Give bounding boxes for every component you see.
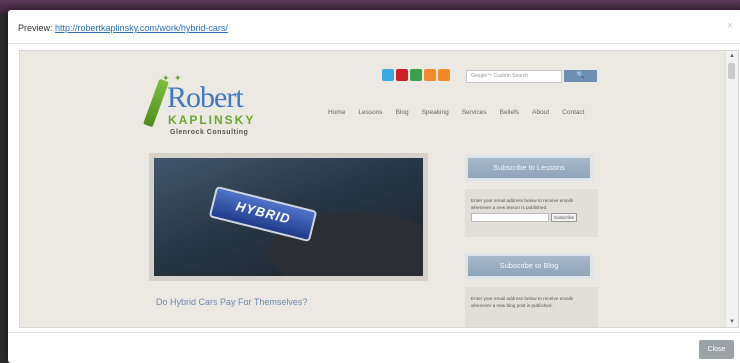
rss-icon[interactable] [438,69,450,81]
logo-name-top[interactable]: Robert [167,81,244,115]
social-icons [382,69,450,81]
preview-title: Preview: http://robertkaplinsky.com/work… [18,23,228,33]
nav-item-about[interactable]: About [532,109,549,116]
post-title[interactable]: Do Hybrid Cars Pay For Themselves? [156,297,307,307]
subscribe-lessons-widget: Enter your email address below to receiv… [465,189,598,237]
scroll-thumb[interactable] [728,63,735,79]
modal-footer: Close [8,332,740,363]
twitter-icon[interactable] [382,69,394,81]
linkedin-icon[interactable] [410,69,422,81]
close-button[interactable]: Close [699,340,734,359]
pencil-logo-icon [143,78,169,128]
scroll-down-icon[interactable]: ▼ [729,319,735,325]
subscribe-blog-widget: Enter your email address below to receiv… [465,287,598,327]
nav-item-lessons[interactable]: Lessons [358,109,382,116]
preview-iframe[interactable]: ✦ ✦ Robert KAPLINSKY Glenrock Consulting… [19,50,739,328]
modal-header: Preview: http://robertkaplinsky.com/work… [8,10,740,44]
nav-item-speaking[interactable]: Speaking [422,109,449,116]
search-button[interactable]: 🔍 [564,70,597,82]
preview-url-link[interactable]: http://robertkaplinsky.com/work/hybrid-c… [55,23,228,33]
subscribe-lessons-title: Subscribe to Lessons [465,155,593,181]
close-icon[interactable]: × [727,20,733,32]
logo-name-bottom[interactable]: KAPLINSKY [168,113,255,127]
nav-item-blog[interactable]: Blog [396,109,409,116]
lessons-email-field[interactable] [471,213,549,222]
logo-company: Glenrock Consulting [170,129,249,136]
nav-item-home[interactable]: Home [328,109,345,116]
site-page: ✦ ✦ Robert KAPLINSKY Glenrock Consulting… [20,51,726,327]
nav-item-services[interactable]: Services [462,109,487,116]
pinterest-icon[interactable] [396,69,408,81]
nav-item-beliefs[interactable]: Beliefs [500,109,520,116]
lessons-subscribe-button[interactable]: Subscribe [551,213,578,222]
preview-modal: Preview: http://robertkaplinsky.com/work… [8,10,740,363]
subscribe-blog-title: Subscribe to Blog [465,253,593,279]
subscribe-blog-text: Enter your email address below to receiv… [471,296,574,308]
scroll-up-icon[interactable]: ▲ [729,53,735,59]
hero-image-frame: HYBRID [149,153,428,281]
hero-image[interactable]: HYBRID [154,158,423,276]
main-nav: Home Lessons Blog Speaking Services Beli… [328,109,585,116]
subscribe-row: Subscribe [471,213,592,222]
preview-label: Preview: [18,23,53,33]
subscribe-lessons-text: Enter your email address below to receiv… [471,198,574,210]
search-input[interactable]: Google™ Custom Search [466,70,562,83]
nav-item-contact[interactable]: Contact [562,109,584,116]
iframe-scrollbar[interactable]: ▲ ▼ [725,51,738,327]
rss-icon[interactable] [424,69,436,81]
